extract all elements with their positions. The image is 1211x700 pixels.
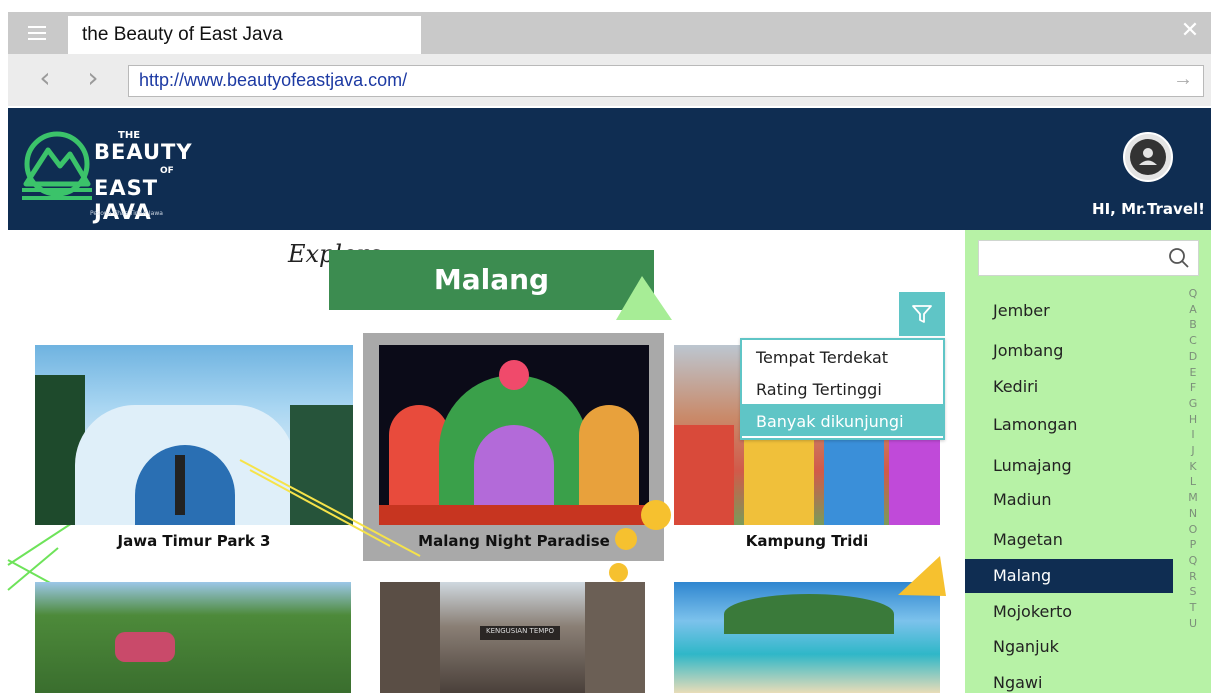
alphabet-letter[interactable]: F (1183, 380, 1203, 396)
place-title: Malang Night Paradise (418, 532, 610, 550)
user-greeting: HI, Mr.Travel! (1092, 200, 1205, 218)
alphabet-letter[interactable]: P (1183, 537, 1203, 553)
alphabet-letter[interactable]: U (1183, 616, 1203, 632)
place-photo (379, 345, 649, 525)
city-item-madiun[interactable]: Madiun (965, 483, 1173, 517)
alphabet-letter[interactable]: S (1183, 584, 1203, 600)
logo-tagline: Pesona Khas Timur Jawa (90, 210, 163, 217)
filter-option-most-visited[interactable]: Banyak dikunjungi (742, 404, 943, 436)
search-icon[interactable] (1168, 247, 1190, 269)
back-arrow-icon[interactable]: ‹ (30, 64, 60, 94)
go-arrow-icon[interactable]: → (1173, 68, 1193, 91)
decorative-dot (641, 500, 671, 530)
alphabet-letter[interactable]: G (1183, 396, 1203, 412)
alphabet-letter[interactable]: C (1183, 333, 1203, 349)
forward-arrow-icon[interactable]: › (78, 64, 108, 94)
alphabet-letter[interactable]: L (1183, 474, 1203, 490)
alphabet-letter[interactable]: E (1183, 365, 1203, 381)
url-text: http://www.beautyofeastjava.com/ (139, 70, 408, 90)
user-icon (1130, 139, 1166, 175)
city-item-malang[interactable]: Malang (965, 559, 1173, 593)
close-window-icon[interactable]: ✕ (1177, 18, 1203, 44)
alphabet-letter[interactable]: O (1183, 522, 1203, 538)
city-item-jember[interactable]: Jember (965, 294, 1173, 328)
place-photo: KENGUSIAN TEMPO (380, 582, 645, 693)
place-card-jawa-timur-park[interactable]: Jawa Timur Park 3 (35, 345, 353, 560)
browser-tab[interactable]: the Beauty of East Java (68, 16, 421, 54)
logo-of: OF (160, 166, 174, 176)
browser-tab-bar: the Beauty of East Java ✕ (8, 12, 1211, 54)
alphabet-letter[interactable]: N (1183, 506, 1203, 522)
place-photo (35, 582, 351, 693)
alphabet-letter[interactable]: H (1183, 412, 1203, 428)
browser-nav-bar: ‹ › http://www.beautyofeastjava.com/ → (8, 54, 1211, 106)
decorative-dot (609, 563, 628, 582)
city-title-banner: Malang (329, 250, 654, 310)
alphabet-letter[interactable]: M (1183, 490, 1203, 506)
place-title: Kampung Tridi (745, 532, 869, 550)
city-item-lamongan[interactable]: Lamongan (965, 408, 1173, 442)
logo-beauty: BEAUTY (94, 140, 193, 164)
alphabet-letter[interactable]: Q (1183, 286, 1203, 302)
filter-button[interactable] (899, 292, 945, 336)
filter-dropdown: Tempat Terdekat Rating Tertinggi Banyak … (740, 338, 945, 440)
street-sign-text: KENGUSIAN TEMPO (486, 627, 555, 635)
alphabet-letter[interactable]: K (1183, 459, 1203, 475)
site-logo[interactable]: THE BEAUTY OF EAST JAVA Pesona Khas Timu… (14, 114, 224, 224)
tab-title: the Beauty of East Java (82, 24, 283, 45)
place-card-row2-3[interactable] (674, 582, 940, 693)
city-item-magetan[interactable]: Magetan (965, 523, 1173, 557)
city-sidebar: Jember Jombang Kediri Lamongan Lumajang … (965, 230, 1211, 693)
site-header: THE BEAUTY OF EAST JAVA Pesona Khas Timu… (8, 108, 1211, 230)
city-search-input[interactable] (978, 240, 1199, 276)
user-avatar[interactable] (1123, 132, 1173, 182)
alphabet-letter[interactable]: D (1183, 349, 1203, 365)
city-item-ngawi[interactable]: Ngawi (965, 666, 1173, 700)
city-item-mojokerto[interactable]: Mojokerto (965, 595, 1173, 629)
city-item-lumajang[interactable]: Lumajang (965, 449, 1173, 483)
filter-option-top-rated[interactable]: Rating Tertinggi (742, 372, 943, 404)
filter-funnel-icon (912, 305, 932, 323)
city-item-jombang[interactable]: Jombang (965, 334, 1173, 368)
address-bar[interactable]: http://www.beautyofeastjava.com/ → (128, 65, 1204, 97)
place-photo (35, 345, 353, 525)
city-item-nganjuk[interactable]: Nganjuk (965, 630, 1173, 664)
alphabet-letter[interactable]: Q (1183, 553, 1203, 569)
mountain-logo-icon (20, 128, 94, 208)
alphabet-letter[interactable]: T (1183, 600, 1203, 616)
hamburger-menu-icon[interactable] (8, 12, 66, 54)
decorative-dot (615, 528, 637, 550)
filter-option-nearest[interactable]: Tempat Terdekat (742, 340, 943, 372)
alphabet-letter[interactable]: I (1183, 427, 1203, 443)
place-title: Jawa Timur Park 3 (117, 532, 271, 550)
decorative-triangle (616, 276, 672, 320)
alphabet-letter[interactable]: J (1183, 443, 1203, 459)
place-card-row2-2[interactable]: KENGUSIAN TEMPO (380, 582, 645, 693)
alphabet-letter[interactable]: A (1183, 302, 1203, 318)
place-card-malang-night-paradise[interactable]: Malang Night Paradise (379, 345, 649, 555)
place-card-row2-1[interactable] (35, 582, 351, 693)
alphabet-letter[interactable]: B (1183, 317, 1203, 333)
city-item-kediri[interactable]: Kediri (965, 370, 1173, 404)
place-photo (674, 582, 940, 693)
alphabet-index: QABCDEFGHIJKLMNOPQRSTU (1183, 286, 1203, 631)
alphabet-letter[interactable]: R (1183, 569, 1203, 585)
